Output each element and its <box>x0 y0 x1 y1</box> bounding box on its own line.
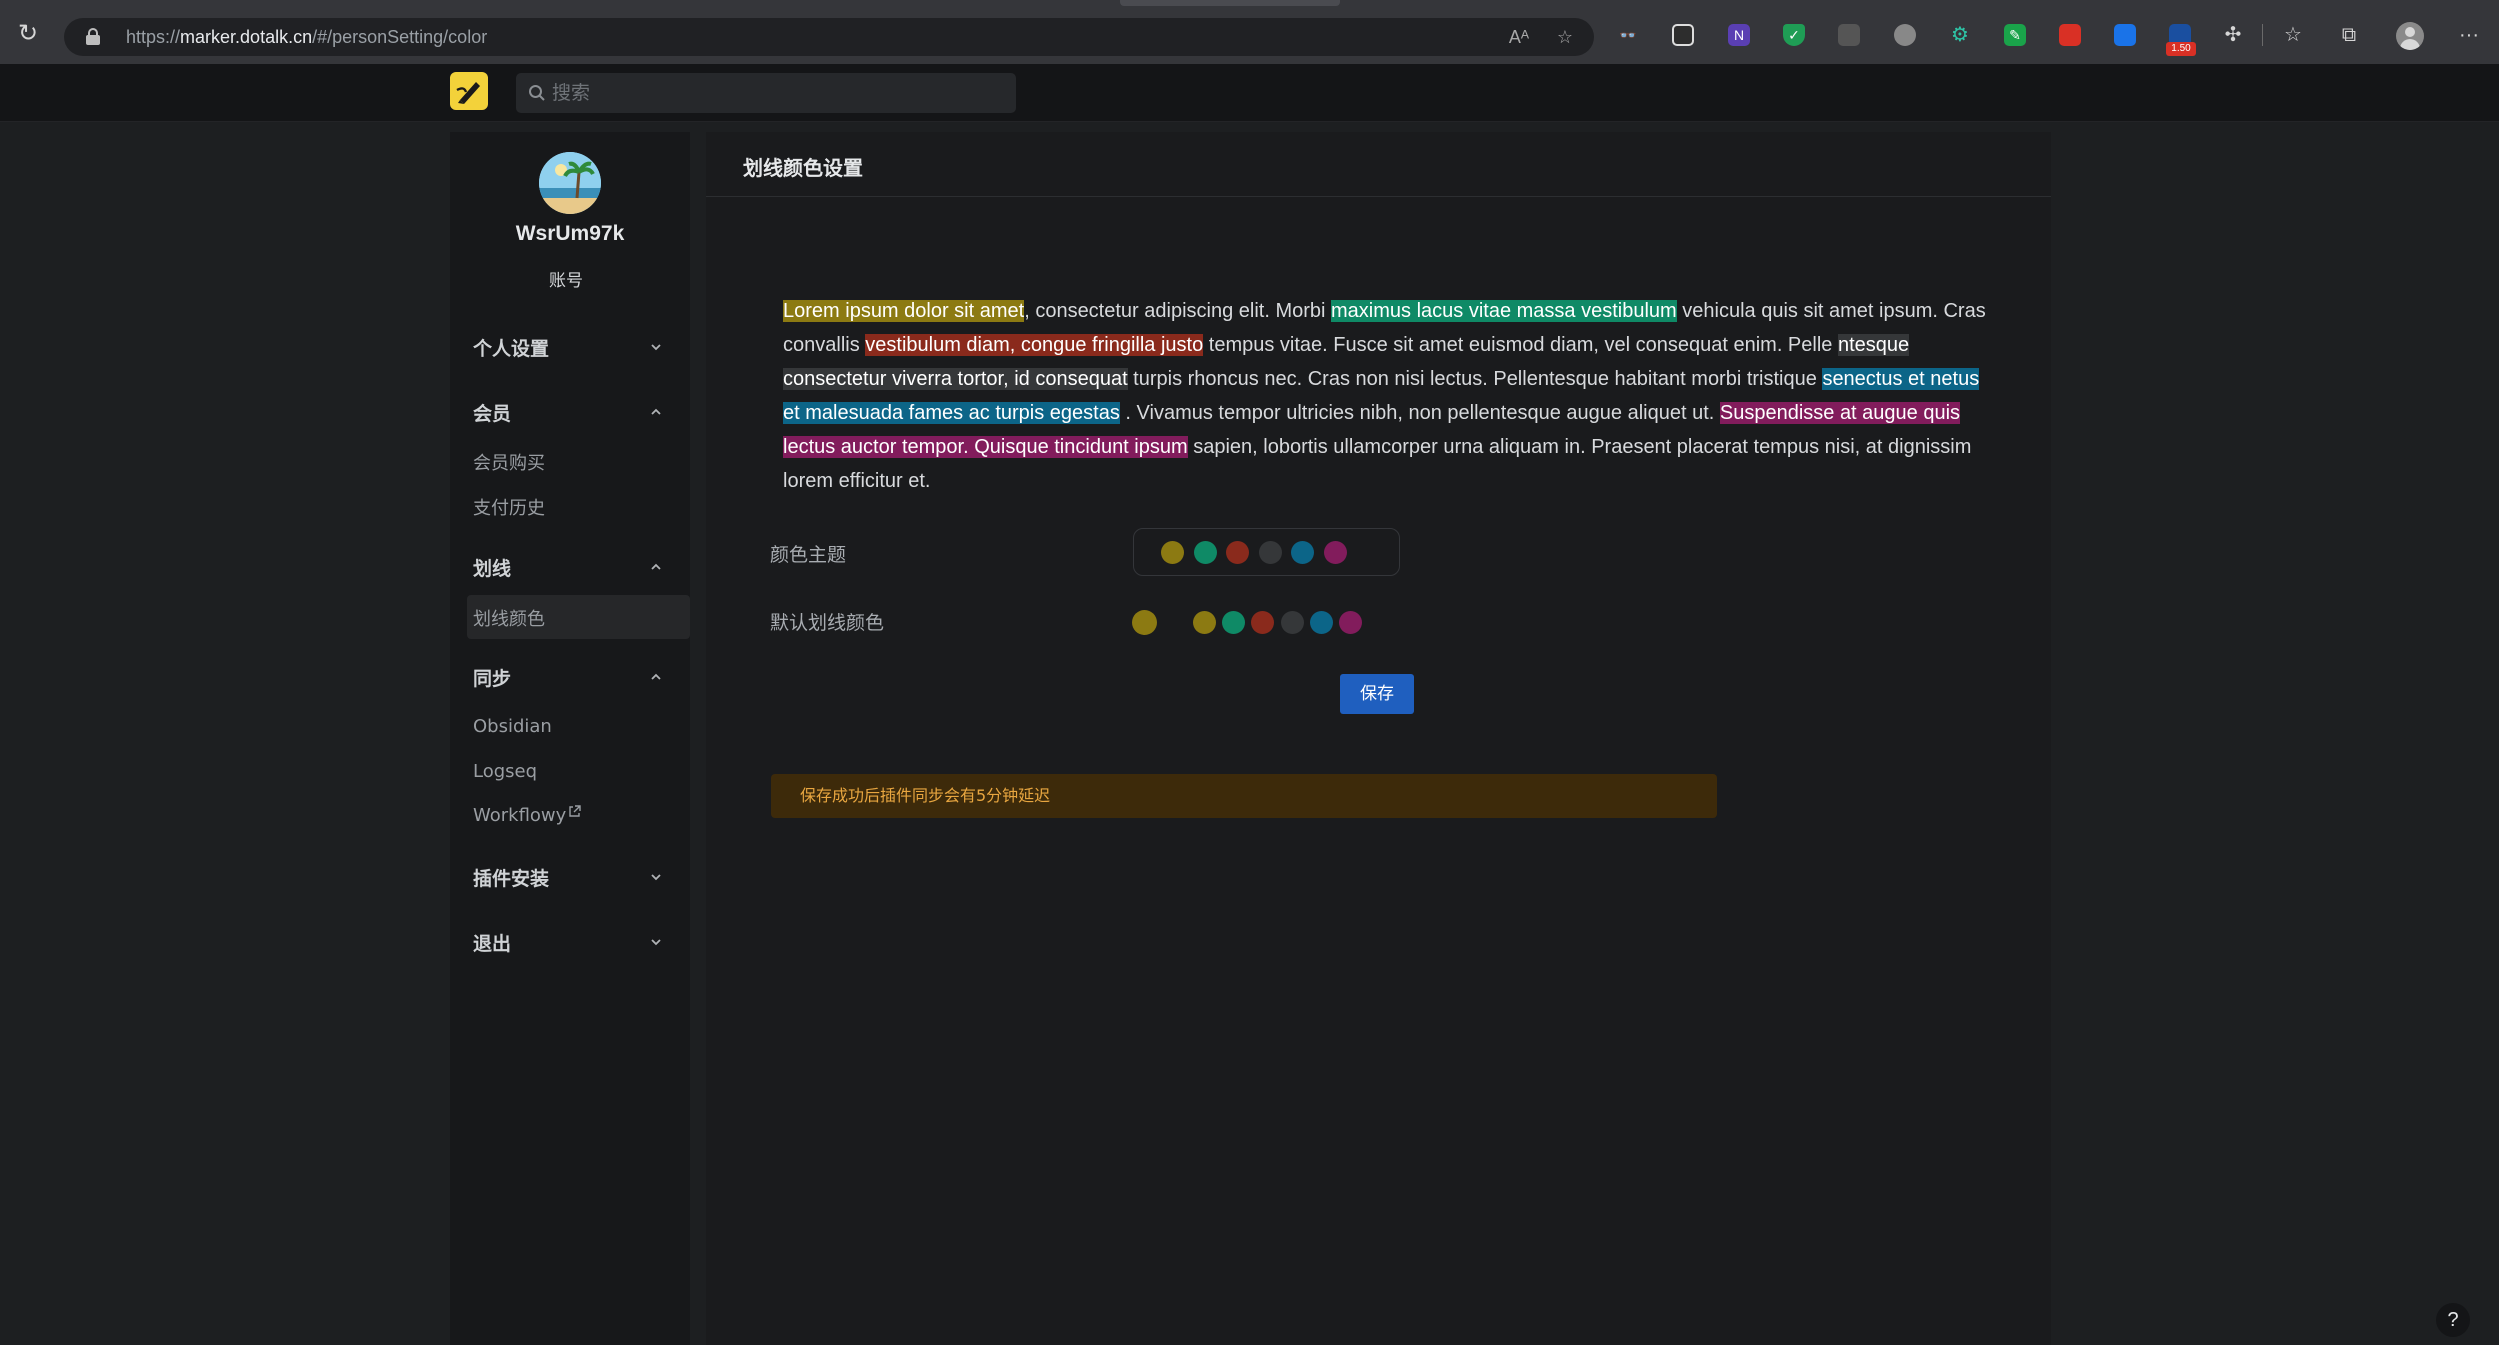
chevron-up-icon <box>651 408 661 415</box>
toolbar-divider <box>2262 24 2263 46</box>
panel-divider <box>706 196 2051 197</box>
sync-delay-notice: 保存成功后插件同步会有5分钟延迟 <box>771 774 1717 818</box>
default-color-option[interactable] <box>1222 611 1245 634</box>
browser-toolbar: ↻ https://marker.dotalk.cn/#/personSetti… <box>0 0 2499 64</box>
more-menu-icon[interactable]: ··· <box>2452 22 2486 48</box>
search-icon <box>529 85 545 101</box>
highlight-sample-text: Lorem ipsum dolor sit amet, consectetur … <box>783 300 1986 492</box>
url-text[interactable]: https://marker.dotalk.cn/#/personSetting… <box>126 27 487 48</box>
theme-dot[interactable] <box>1259 541 1282 564</box>
chevron-up-icon <box>651 563 661 570</box>
pen-extension-icon[interactable]: ✎ <box>2004 24 2026 46</box>
sample-highlight-3: vestibulum diam, congue fringilla justo <box>865 334 1204 356</box>
app-logo-icon[interactable] <box>450 72 488 110</box>
favorites-icon[interactable]: ☆ <box>2280 22 2306 48</box>
default-color-option[interactable] <box>1281 611 1304 634</box>
user-avatar[interactable] <box>539 152 601 214</box>
menu-section-membership[interactable]: 会员 <box>473 399 663 429</box>
theme-dot[interactable] <box>1194 541 1217 564</box>
default-color-option[interactable] <box>1310 611 1333 634</box>
gear-extension-icon[interactable]: ⚙ <box>1949 24 1971 46</box>
blue-extension-icon[interactable] <box>2114 24 2136 46</box>
menu-section-plugin-install[interactable]: 插件安装 <box>473 864 663 894</box>
menu-section-highlight[interactable]: 划线 <box>473 554 663 584</box>
chevron-down-icon <box>651 939 661 946</box>
menu-item-membership-purchase[interactable]: 会员购买 <box>473 449 673 475</box>
shield-extension-icon[interactable]: ✓ <box>1783 24 1805 46</box>
default-color-option[interactable] <box>1251 611 1274 634</box>
collections-icon[interactable]: ⧉ <box>2336 22 2362 48</box>
username: WsrUm97k <box>515 222 625 245</box>
extension-badge: 1.50 <box>2166 42 2196 56</box>
menu-item-highlight-color[interactable]: 划线颜色 <box>467 595 690 639</box>
selected-default-color-dot[interactable] <box>1132 610 1157 635</box>
menu-item-obsidian[interactable]: Obsidian <box>473 716 673 737</box>
color-theme-label: 颜色主题 <box>770 544 847 566</box>
mask-extension-icon[interactable] <box>1672 24 1694 46</box>
main-panel: 划线颜色设置 Lorem ipsum dolor sit amet, conse… <box>706 132 2051 1345</box>
document-extension-icon[interactable] <box>1838 24 1860 46</box>
default-color-label: 默认划线颜色 <box>770 612 885 634</box>
external-link-icon <box>569 805 582 817</box>
menu-item-workflowy[interactable]: Workflowy <box>473 805 673 826</box>
theme-dot[interactable] <box>1226 541 1249 564</box>
page-title: 划线颜色设置 <box>743 156 863 180</box>
chevron-up-icon <box>651 673 661 680</box>
globe-extension-icon[interactable] <box>1894 24 1916 46</box>
theme-dot[interactable] <box>1291 541 1314 564</box>
favorite-star-icon[interactable]: ☆ <box>1554 26 1576 48</box>
account-link[interactable]: 账号 <box>450 266 682 291</box>
purple-extension-icon[interactable]: N <box>1728 24 1750 46</box>
search-box[interactable] <box>516 73 1016 113</box>
save-button[interactable]: 保存 <box>1340 674 1414 714</box>
profile-avatar-icon[interactable] <box>2396 22 2424 50</box>
theme-dot[interactable] <box>1324 541 1347 564</box>
tab-strip-hint <box>1120 0 1340 6</box>
reload-icon[interactable]: ↻ <box>14 20 42 48</box>
default-color-option[interactable] <box>1339 611 1362 634</box>
read-aloud-icon[interactable]: Aᴬ <box>1508 26 1530 48</box>
menu-item-payment-history[interactable]: 支付历史 <box>473 494 673 520</box>
glasses-extension-icon[interactable]: 👓 <box>1617 24 1639 46</box>
puzzle-extensions-icon[interactable]: ✣ <box>2220 22 2246 48</box>
help-button[interactable]: ? <box>2436 1303 2470 1337</box>
app-header <box>0 64 2499 122</box>
color-theme-selector[interactable] <box>1133 528 1400 576</box>
theme-dot[interactable] <box>1161 541 1184 564</box>
red-extension-icon[interactable] <box>2059 24 2081 46</box>
menu-section-logout[interactable]: 退出 <box>473 929 663 959</box>
lock-icon[interactable] <box>86 28 100 45</box>
address-bar[interactable]: https://marker.dotalk.cn/#/personSetting… <box>64 18 1594 56</box>
menu-item-logseq[interactable]: Logseq <box>473 761 673 782</box>
default-color-option[interactable] <box>1193 611 1216 634</box>
chevron-down-icon <box>651 344 661 351</box>
sample-highlight-1: Lorem ipsum dolor sit amet <box>783 300 1025 322</box>
menu-section-sync[interactable]: 同步 <box>473 664 663 694</box>
chevron-down-icon <box>651 874 661 881</box>
sample-highlight-2: maximus lacus vitae massa vestibulum <box>1331 300 1677 322</box>
search-input[interactable] <box>552 73 1002 113</box>
menu-section-personal-settings[interactable]: 个人设置 <box>473 334 663 364</box>
sidebar: WsrUm97k 账号 个人设置 会员 会员购买 支付历史 划线 划线颜色 同步… <box>450 132 690 1345</box>
